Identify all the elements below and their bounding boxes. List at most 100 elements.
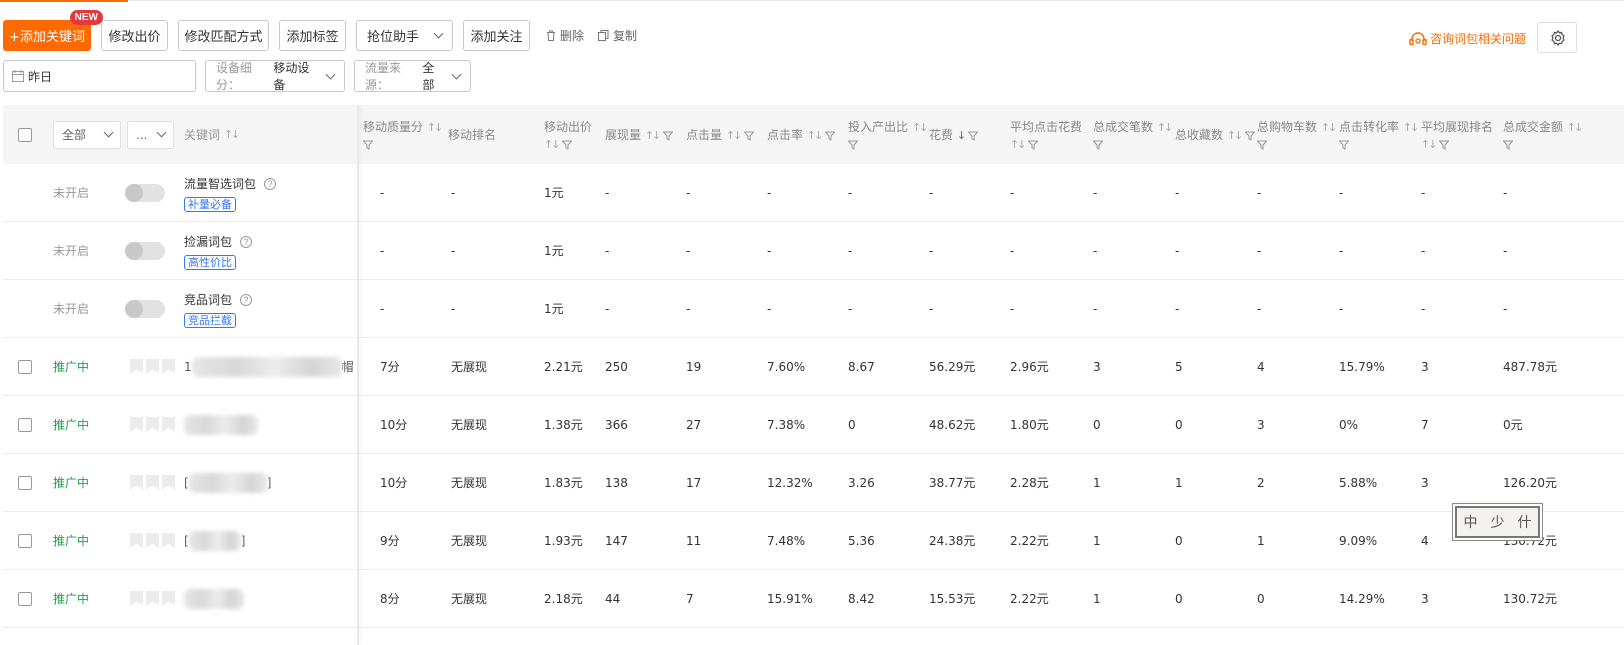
sort-icon[interactable]: ↑↓ [1403,119,1420,136]
sort-icon[interactable]: ↑↓ [1227,127,1244,144]
sort-icon[interactable]: ↑↓ [1321,119,1338,136]
row-checkbox[interactable] [18,533,32,548]
flag-icon[interactable] [146,417,159,432]
sort-icon[interactable]: ↑↓ [544,136,561,153]
filter-icon[interactable] [744,131,755,141]
row-checkbox-cell [18,454,32,511]
flag-icon[interactable] [162,417,175,432]
header-keyword[interactable]: 关键词 ↑↓ [184,105,240,164]
flag-icon[interactable] [146,533,159,548]
keyword-cell[interactable]: [] [184,512,245,569]
cell-quality: - [380,243,385,258]
device-select[interactable]: 设备细分： 移动设备 [205,60,345,92]
help-icon[interactable]: ? [240,236,253,248]
filter-icon[interactable] [1339,140,1349,150]
sort-icon[interactable]: ↑↓ [645,127,662,144]
flag-icon[interactable] [162,359,175,374]
cell-impressions: - [605,301,610,316]
row-checkbox[interactable] [18,359,32,374]
flag-icon[interactable] [130,417,143,432]
header-orders[interactable]: 总成交笔数 ↑↓ [1093,105,1174,164]
settings-button[interactable] [1537,22,1577,53]
add-follow-button[interactable]: 添加关注 [463,20,530,51]
select-all-checkbox[interactable] [18,127,32,142]
header-cpc[interactable]: 平均点击花费 ↑↓ [1010,105,1082,164]
header-impressions[interactable]: 展现量 ↑↓ [605,105,674,164]
filter-icon[interactable] [825,131,836,141]
header-bid[interactable]: 移动出价 ↑↓ [544,105,592,164]
cell-gmv: 487.78元 [1503,360,1557,374]
filter-icon[interactable] [848,140,858,150]
header-cost[interactable]: 花费 ↓ [929,105,978,164]
flag-icon[interactable] [130,475,143,490]
flag-icon[interactable] [130,359,143,374]
copy-button[interactable]: 复制 [598,27,637,44]
keyword-cell[interactable] [184,396,258,453]
keyword-cell[interactable]: 1帽 [184,338,354,395]
flag-filter-select[interactable]: ... [127,120,174,149]
flag-icon[interactable] [146,359,159,374]
modify-match-button[interactable]: 修改匹配方式 [178,20,269,51]
row-checkbox[interactable] [18,417,32,432]
help-icon[interactable]: ? [240,294,253,306]
sort-icon[interactable]: ↑↓ [1567,119,1584,136]
chevron-down-icon [103,127,114,138]
header-clicks[interactable]: 点击量 ↑↓ [686,105,755,164]
header-avg-rank[interactable]: 平均展现排名 ↑↓ [1421,105,1493,164]
sort-icon[interactable]: ↑↓ [427,119,444,136]
consult-link[interactable]: 咨询词包相关问题 [1409,30,1526,47]
flag-icon[interactable] [130,533,143,548]
add-tag-button[interactable]: 添加标签 [279,20,346,51]
filter-icon[interactable] [663,131,674,141]
filter-icon[interactable] [1503,140,1513,150]
flag-icon[interactable] [130,591,143,606]
date-picker[interactable]: 昨日 [3,60,196,92]
status-filter-select[interactable]: 全部 [53,120,121,149]
header-roi[interactable]: 投入产出比 ↑↓ [848,105,929,164]
keyword-cell[interactable] [184,570,244,627]
row-checkbox[interactable] [18,591,32,606]
sort-icon[interactable]: ↑↓ [1157,119,1174,136]
header-rank[interactable]: 移动排名 [448,105,496,164]
cell-orders: - [1093,185,1098,200]
filter-icon[interactable] [1257,140,1267,150]
filter-icon[interactable] [363,140,373,150]
active-tab-indicator [0,0,128,2]
flag-icon[interactable] [146,475,159,490]
filter-icon[interactable] [1028,140,1039,150]
sort-icon[interactable]: ↑↓ [807,127,824,144]
pack-toggle[interactable] [125,241,165,260]
filter-icon[interactable] [967,131,978,141]
cell-avg-rank: 3 [1421,591,1429,606]
traffic-select[interactable]: 流量来源： 全部 [354,60,471,92]
filter-icon[interactable] [1093,140,1103,150]
sort-icon[interactable]: ↑↓ [1010,136,1027,153]
modify-bid-button[interactable]: 修改出价 [101,20,168,51]
column-label: 点击转化率 [1339,120,1400,134]
filter-icon[interactable] [1439,140,1450,150]
header-quality[interactable]: 移动质量分 ↑↓ [363,105,444,164]
add-keyword-button[interactable]: +添加关键词 NEW [3,10,103,51]
flag-icon[interactable] [162,591,175,606]
filter-icon[interactable] [562,140,573,150]
header-ctr[interactable]: 点击率 ↑↓ [767,105,836,164]
flag-icon[interactable] [162,475,175,490]
keyword-cell[interactable]: [] [184,454,271,511]
flag-icon[interactable] [146,591,159,606]
rank-helper-dropdown[interactable]: 抢位助手 [356,20,453,51]
pack-toggle[interactable] [125,299,165,318]
filter-icon[interactable] [1245,131,1256,141]
delete-button[interactable]: 删除 [546,27,584,44]
header-favorites[interactable]: 总收藏数 ↑↓ [1175,105,1256,164]
sort-icon[interactable]: ↓ [957,127,966,144]
header-carts[interactable]: 总购物车数 ↑↓ [1257,105,1338,164]
row-checkbox[interactable] [18,475,32,490]
header-cvr[interactable]: 点击转化率 ↑↓ [1339,105,1420,164]
sort-icon[interactable]: ↑↓ [912,119,929,136]
header-gmv[interactable]: 总成交金额 ↑↓ [1503,105,1584,164]
help-icon[interactable]: ? [264,178,277,190]
sort-icon[interactable]: ↑↓ [1421,136,1438,153]
flag-icon[interactable] [162,533,175,548]
sort-icon[interactable]: ↑↓ [726,127,743,144]
pack-toggle[interactable] [125,183,165,202]
